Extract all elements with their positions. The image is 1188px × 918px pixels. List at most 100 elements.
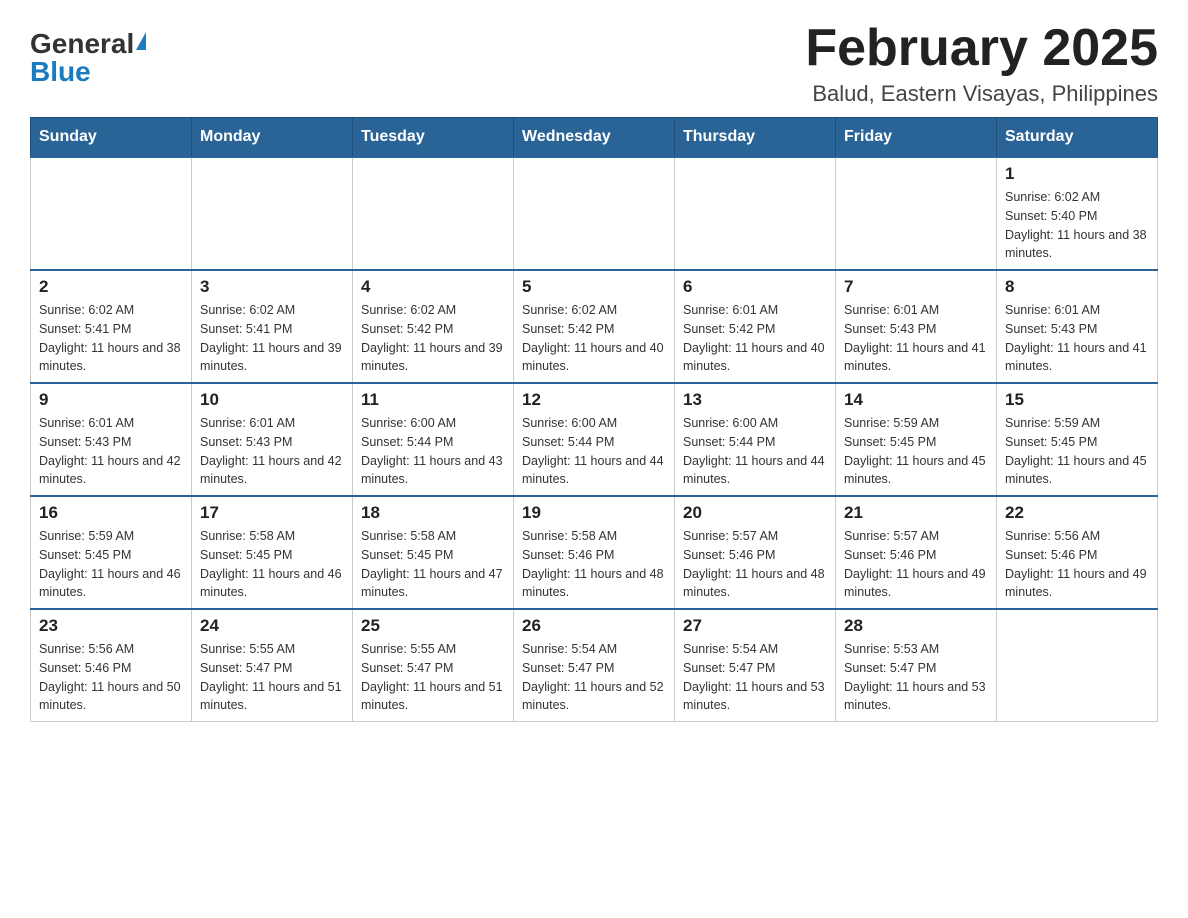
day-number: 22 (1005, 503, 1149, 523)
table-row (836, 157, 997, 270)
day-info: Sunrise: 6:01 AMSunset: 5:43 PMDaylight:… (200, 414, 344, 489)
logo-triangle-icon (136, 32, 146, 50)
day-info: Sunrise: 5:56 AMSunset: 5:46 PMDaylight:… (1005, 527, 1149, 602)
day-number: 5 (522, 277, 666, 297)
table-row: 15 Sunrise: 5:59 AMSunset: 5:45 PMDayligh… (997, 383, 1158, 496)
day-info: Sunrise: 6:00 AMSunset: 5:44 PMDaylight:… (522, 414, 666, 489)
day-info: Sunrise: 6:01 AMSunset: 5:43 PMDaylight:… (844, 301, 988, 376)
day-number: 19 (522, 503, 666, 523)
table-row: 25 Sunrise: 5:55 AMSunset: 5:47 PMDayligh… (353, 609, 514, 722)
day-info: Sunrise: 5:58 AMSunset: 5:46 PMDaylight:… (522, 527, 666, 602)
day-number: 25 (361, 616, 505, 636)
day-number: 28 (844, 616, 988, 636)
day-info: Sunrise: 6:02 AMSunset: 5:40 PMDaylight:… (1005, 188, 1149, 263)
table-row: 17 Sunrise: 5:58 AMSunset: 5:45 PMDayligh… (192, 496, 353, 609)
day-info: Sunrise: 6:00 AMSunset: 5:44 PMDaylight:… (683, 414, 827, 489)
day-info: Sunrise: 6:02 AMSunset: 5:41 PMDaylight:… (200, 301, 344, 376)
day-info: Sunrise: 5:59 AMSunset: 5:45 PMDaylight:… (844, 414, 988, 489)
day-info: Sunrise: 6:01 AMSunset: 5:43 PMDaylight:… (1005, 301, 1149, 376)
table-row: 11 Sunrise: 6:00 AMSunset: 5:44 PMDayligh… (353, 383, 514, 496)
table-row (353, 157, 514, 270)
table-row: 21 Sunrise: 5:57 AMSunset: 5:46 PMDayligh… (836, 496, 997, 609)
table-row: 8 Sunrise: 6:01 AMSunset: 5:43 PMDaylight… (997, 270, 1158, 383)
day-info: Sunrise: 6:02 AMSunset: 5:41 PMDaylight:… (39, 301, 183, 376)
day-number: 18 (361, 503, 505, 523)
day-info: Sunrise: 5:57 AMSunset: 5:46 PMDaylight:… (844, 527, 988, 602)
day-info: Sunrise: 6:01 AMSunset: 5:42 PMDaylight:… (683, 301, 827, 376)
table-row: 13 Sunrise: 6:00 AMSunset: 5:44 PMDayligh… (675, 383, 836, 496)
table-row: 14 Sunrise: 5:59 AMSunset: 5:45 PMDayligh… (836, 383, 997, 496)
table-row: 5 Sunrise: 6:02 AMSunset: 5:42 PMDaylight… (514, 270, 675, 383)
day-number: 14 (844, 390, 988, 410)
day-info: Sunrise: 5:57 AMSunset: 5:46 PMDaylight:… (683, 527, 827, 602)
table-row (31, 157, 192, 270)
calendar-week-row: 23 Sunrise: 5:56 AMSunset: 5:46 PMDayligh… (31, 609, 1158, 722)
table-row: 19 Sunrise: 5:58 AMSunset: 5:46 PMDayligh… (514, 496, 675, 609)
table-row: 6 Sunrise: 6:01 AMSunset: 5:42 PMDaylight… (675, 270, 836, 383)
calendar-week-row: 9 Sunrise: 6:01 AMSunset: 5:43 PMDaylight… (31, 383, 1158, 496)
calendar-week-row: 16 Sunrise: 5:59 AMSunset: 5:45 PMDayligh… (31, 496, 1158, 609)
calendar-week-row: 2 Sunrise: 6:02 AMSunset: 5:41 PMDaylight… (31, 270, 1158, 383)
table-row: 1 Sunrise: 6:02 AMSunset: 5:40 PMDaylight… (997, 157, 1158, 270)
day-number: 6 (683, 277, 827, 297)
day-info: Sunrise: 5:55 AMSunset: 5:47 PMDaylight:… (200, 640, 344, 715)
table-row (514, 157, 675, 270)
title-section: February 2025 Balud, Eastern Visayas, Ph… (805, 20, 1158, 107)
header-monday: Monday (192, 118, 353, 158)
day-info: Sunrise: 6:02 AMSunset: 5:42 PMDaylight:… (522, 301, 666, 376)
location-title: Balud, Eastern Visayas, Philippines (805, 81, 1158, 107)
table-row: 9Sunrise: 6:01 AMSunset: 5:43 PMDaylight… (31, 383, 192, 496)
day-number: 16 (39, 503, 183, 523)
day-number: 17 (200, 503, 344, 523)
day-number: 10 (200, 390, 344, 410)
day-number: 11 (361, 390, 505, 410)
logo-blue-text: Blue (30, 58, 146, 86)
day-info: Sunrise: 6:00 AMSunset: 5:44 PMDaylight:… (361, 414, 505, 489)
day-info: Sunrise: 5:58 AMSunset: 5:45 PMDaylight:… (361, 527, 505, 602)
table-row: 3 Sunrise: 6:02 AMSunset: 5:41 PMDaylight… (192, 270, 353, 383)
calendar-table: Sunday Monday Tuesday Wednesday Thursday… (30, 117, 1158, 722)
table-row (192, 157, 353, 270)
day-number: 21 (844, 503, 988, 523)
table-row: 18 Sunrise: 5:58 AMSunset: 5:45 PMDayligh… (353, 496, 514, 609)
table-row: 20 Sunrise: 5:57 AMSunset: 5:46 PMDayligh… (675, 496, 836, 609)
calendar-header-row: Sunday Monday Tuesday Wednesday Thursday… (31, 118, 1158, 158)
day-number: 3 (200, 277, 344, 297)
day-number: 20 (683, 503, 827, 523)
header-sunday: Sunday (31, 118, 192, 158)
day-info: Sunrise: 5:59 AMSunset: 5:45 PMDaylight:… (39, 527, 183, 602)
day-info: Sunrise: 5:58 AMSunset: 5:45 PMDaylight:… (200, 527, 344, 602)
header-wednesday: Wednesday (514, 118, 675, 158)
table-row: 4Sunrise: 6:02 AMSunset: 5:42 PMDaylight… (353, 270, 514, 383)
table-row (997, 609, 1158, 722)
calendar-week-row: 1 Sunrise: 6:02 AMSunset: 5:40 PMDaylight… (31, 157, 1158, 270)
table-row (675, 157, 836, 270)
page-header: General Blue February 2025 Balud, Easter… (30, 20, 1158, 107)
day-number: 7 (844, 277, 988, 297)
header-saturday: Saturday (997, 118, 1158, 158)
day-number: 2 (39, 277, 183, 297)
day-number: 1 (1005, 164, 1149, 184)
day-number: 23 (39, 616, 183, 636)
day-number: 12 (522, 390, 666, 410)
table-row: 26Sunrise: 5:54 AMSunset: 5:47 PMDayligh… (514, 609, 675, 722)
day-number: 9 (39, 390, 183, 410)
day-number: 15 (1005, 390, 1149, 410)
table-row: 23 Sunrise: 5:56 AMSunset: 5:46 PMDayligh… (31, 609, 192, 722)
table-row: 16 Sunrise: 5:59 AMSunset: 5:45 PMDayligh… (31, 496, 192, 609)
day-info: Sunrise: 5:59 AMSunset: 5:45 PMDaylight:… (1005, 414, 1149, 489)
day-number: 26 (522, 616, 666, 636)
day-number: 8 (1005, 277, 1149, 297)
table-row: 2 Sunrise: 6:02 AMSunset: 5:41 PMDaylight… (31, 270, 192, 383)
header-tuesday: Tuesday (353, 118, 514, 158)
day-info: Sunrise: 5:56 AMSunset: 5:46 PMDaylight:… (39, 640, 183, 715)
month-year-title: February 2025 (805, 20, 1158, 77)
day-number: 13 (683, 390, 827, 410)
table-row: 10 Sunrise: 6:01 AMSunset: 5:43 PMDayligh… (192, 383, 353, 496)
table-row: 27Sunrise: 5:54 AMSunset: 5:47 PMDayligh… (675, 609, 836, 722)
header-friday: Friday (836, 118, 997, 158)
table-row: 22 Sunrise: 5:56 AMSunset: 5:46 PMDayligh… (997, 496, 1158, 609)
table-row: 12 Sunrise: 6:00 AMSunset: 5:44 PMDayligh… (514, 383, 675, 496)
day-info: Sunrise: 5:55 AMSunset: 5:47 PMDaylight:… (361, 640, 505, 715)
day-info: Sunrise: 5:53 AMSunset: 5:47 PMDaylight:… (844, 640, 988, 715)
